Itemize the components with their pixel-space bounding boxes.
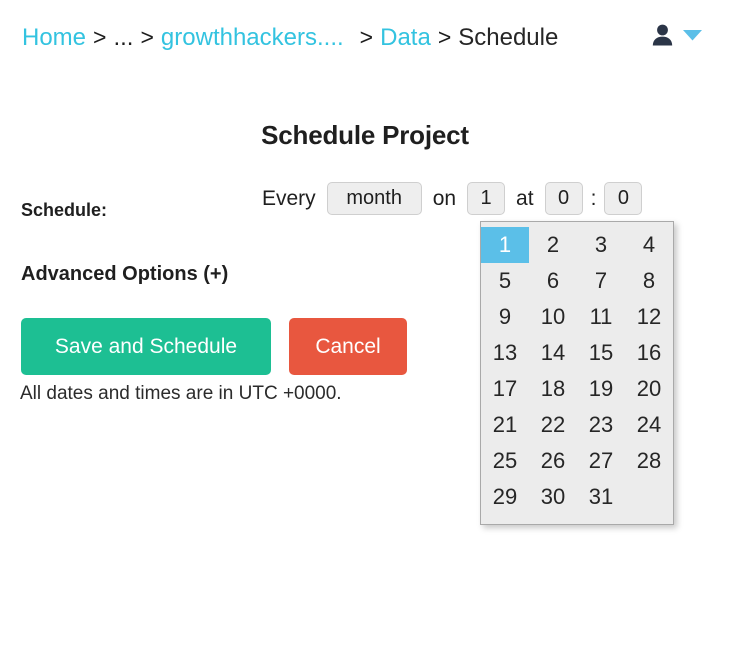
day-option-29[interactable]: 29 — [481, 479, 529, 515]
breadcrumb-item-project[interactable]: growthhackers.... — [161, 26, 344, 50]
schedule-field-label: Schedule: — [21, 200, 108, 220]
day-option-7[interactable]: 7 — [577, 263, 625, 299]
day-option-27[interactable]: 27 — [577, 443, 625, 479]
breadcrumb-item-home[interactable]: Home — [22, 26, 86, 50]
breadcrumb-item-data[interactable]: Data — [380, 26, 431, 50]
day-option-1[interactable]: 1 — [481, 227, 529, 263]
day-option-4[interactable]: 4 — [625, 227, 673, 263]
day-option-12[interactable]: 12 — [625, 299, 673, 335]
at-label: at — [516, 186, 534, 210]
day-option-19[interactable]: 19 — [577, 371, 625, 407]
on-label: on — [432, 186, 457, 210]
advanced-options-toggle[interactable]: Advanced Options (+) — [21, 263, 228, 286]
day-option-9[interactable]: 9 — [481, 299, 529, 335]
minute-input[interactable] — [604, 182, 643, 215]
day-option-16[interactable]: 16 — [625, 335, 673, 371]
cancel-button[interactable]: Cancel — [289, 318, 407, 375]
day-option-31[interactable]: 31 — [577, 479, 625, 515]
day-option-5[interactable]: 5 — [481, 263, 529, 299]
page-title: Schedule Project — [261, 120, 469, 150]
breadcrumb-separator: > — [437, 24, 452, 50]
save-and-schedule-button[interactable]: Save and Schedule — [21, 318, 271, 375]
day-option-6[interactable]: 6 — [529, 263, 577, 299]
breadcrumb: Home > ... > growthhackers.... > Data > … — [22, 26, 558, 50]
every-label: Every — [262, 186, 316, 210]
day-option-2[interactable]: 2 — [529, 227, 577, 263]
day-option-24[interactable]: 24 — [625, 407, 673, 443]
day-option-18[interactable]: 18 — [529, 371, 577, 407]
day-option-10[interactable]: 10 — [529, 299, 577, 335]
day-option-11[interactable]: 11 — [577, 299, 625, 335]
day-option-20[interactable]: 20 — [625, 371, 673, 407]
day-option-21[interactable]: 21 — [481, 407, 529, 443]
day-option-8[interactable]: 8 — [625, 263, 673, 299]
day-option-17[interactable]: 17 — [481, 371, 529, 407]
breadcrumb-item-ellipsis[interactable]: ... — [113, 26, 133, 50]
person-icon — [652, 24, 673, 46]
page-header: Home > ... > growthhackers.... > Data > … — [0, 0, 730, 76]
breadcrumb-separator: > — [93, 24, 107, 50]
chevron-down-icon[interactable] — [683, 29, 702, 41]
day-option-23[interactable]: 23 — [577, 407, 625, 443]
period-select[interactable] — [326, 182, 422, 215]
day-option-13[interactable]: 13 — [481, 335, 529, 371]
day-option-14[interactable]: 14 — [529, 335, 577, 371]
day-of-month-input[interactable] — [467, 182, 506, 215]
day-option-22[interactable]: 22 — [529, 407, 577, 443]
day-option-15[interactable]: 15 — [577, 335, 625, 371]
utc-note: All dates and times are in UTC +0000. — [20, 383, 342, 404]
day-option-28[interactable]: 28 — [625, 443, 673, 479]
day-option-empty — [625, 479, 673, 515]
day-option-30[interactable]: 30 — [529, 479, 577, 515]
day-option-26[interactable]: 26 — [529, 443, 577, 479]
breadcrumb-separator: > — [140, 24, 154, 50]
breadcrumb-separator: > — [359, 24, 374, 50]
breadcrumb-item-schedule: Schedule — [458, 24, 559, 51]
schedule-controls-row: Every on at : — [262, 182, 643, 215]
day-picker-dropdown[interactable]: 1 2 3 4 5 6 7 8 9 10 11 12 13 14 15 16 17 18 19 20 21 22 23 24 2… — [480, 221, 674, 525]
action-button-row: Save and Schedule Cancel — [21, 318, 407, 375]
user-menu[interactable] — [652, 24, 702, 46]
day-option-3[interactable]: 3 — [577, 227, 625, 263]
hour-input[interactable] — [544, 182, 583, 215]
time-colon: : — [590, 186, 597, 210]
day-option-25[interactable]: 25 — [481, 443, 529, 479]
